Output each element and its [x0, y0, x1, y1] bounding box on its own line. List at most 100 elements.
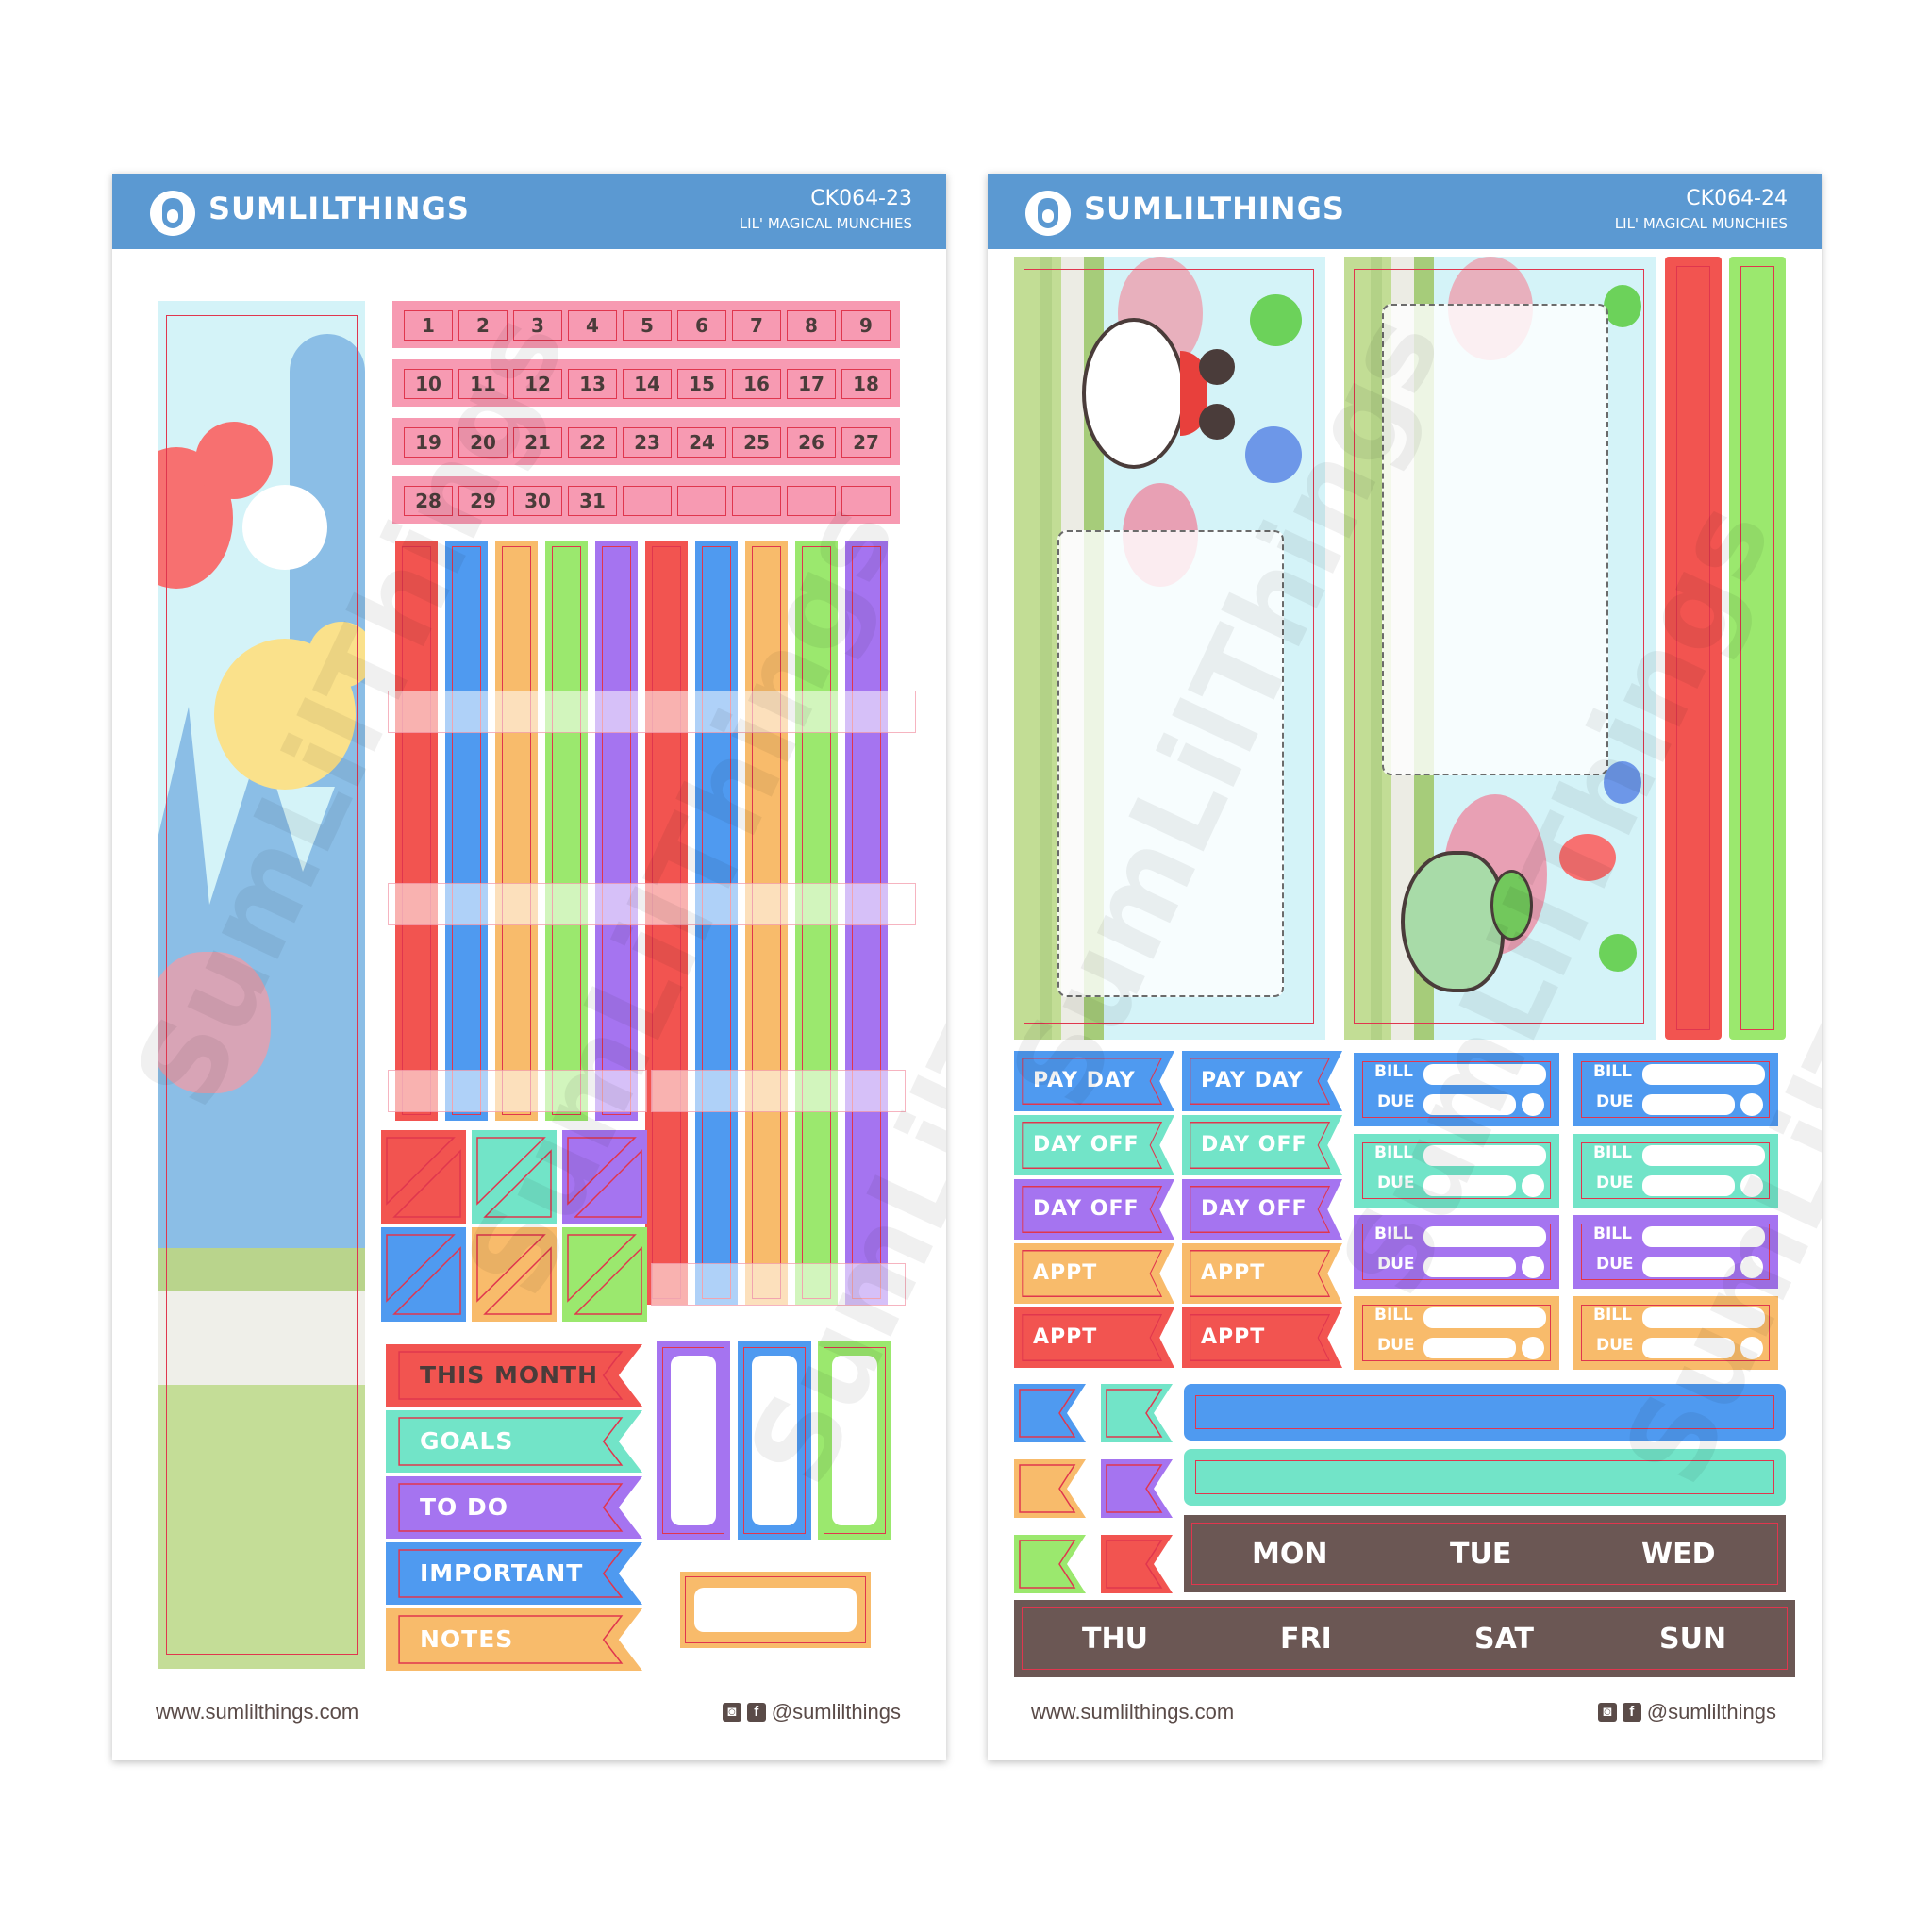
date-cell[interactable] — [623, 486, 672, 516]
flag-sticker-pay-day[interactable]: PAY DAY — [1014, 1051, 1174, 1111]
date-cell[interactable]: 15 — [677, 369, 726, 399]
date-cell[interactable]: 31 — [568, 486, 617, 516]
flag-sticker-day-off[interactable]: DAY OFF — [1182, 1115, 1342, 1175]
blue-strip-sticker[interactable] — [445, 541, 488, 1121]
date-cell[interactable] — [841, 486, 891, 516]
flag-sticker-appt[interactable]: APPT — [1182, 1307, 1342, 1368]
green-half-box-sticker[interactable] — [562, 1227, 647, 1322]
bunny-scene-sticker[interactable] — [1014, 257, 1325, 1040]
bill-due-sticker[interactable]: BILL DUE — [1573, 1296, 1778, 1370]
blue-label-bar[interactable] — [1184, 1384, 1786, 1441]
bill-due-sticker[interactable]: BILL DUE — [1354, 1134, 1559, 1208]
blue-mini-flag-sticker[interactable] — [1014, 1384, 1086, 1442]
flag-sticker-appt[interactable]: APPT — [1182, 1243, 1342, 1304]
flag-sticker-notes[interactable]: NOTES — [386, 1608, 642, 1671]
bill-label: BILL — [1593, 1143, 1632, 1162]
diagonal-cut-icon — [567, 1137, 642, 1218]
flag-sticker-day-off[interactable]: DAY OFF — [1014, 1115, 1174, 1175]
flag-sticker-appt[interactable]: APPT — [1014, 1243, 1174, 1304]
bill-due-sticker[interactable]: BILL DUE — [1354, 1215, 1559, 1289]
date-cell[interactable]: 1 — [404, 310, 453, 341]
teal-half-box-sticker[interactable] — [472, 1130, 557, 1224]
bill-due-sticker[interactable]: BILL DUE — [1573, 1053, 1778, 1126]
bill-label: BILL — [1374, 1224, 1413, 1243]
bill-label: BILL — [1593, 1224, 1632, 1243]
date-cell[interactable]: 3 — [513, 310, 562, 341]
cut-line — [452, 546, 481, 1115]
green-vertical-strip[interactable] — [1729, 257, 1786, 1040]
green-mini-flag-sticker[interactable] — [1014, 1535, 1086, 1593]
flag-sticker-day-off[interactable]: DAY OFF — [1014, 1179, 1174, 1240]
date-cell[interactable] — [732, 486, 781, 516]
flag-sticker-appt[interactable]: APPT — [1014, 1307, 1174, 1368]
date-cell[interactable]: 10 — [404, 369, 453, 399]
red-strip-sticker[interactable] — [395, 541, 438, 1121]
date-cell[interactable]: 13 — [568, 369, 617, 399]
green-box-sticker[interactable] — [818, 1341, 891, 1540]
orange-strip-sticker[interactable] — [495, 541, 538, 1121]
date-cell[interactable]: 16 — [732, 369, 781, 399]
date-cell[interactable]: 2 — [458, 310, 508, 341]
orange-half-box-sticker[interactable] — [472, 1227, 557, 1322]
date-cell[interactable]: 8 — [787, 310, 836, 341]
date-cell[interactable]: 5 — [623, 310, 672, 341]
weekday-bar-top[interactable]: MON TUE WED — [1184, 1515, 1786, 1592]
red-vertical-strip[interactable] — [1665, 257, 1722, 1040]
date-cell[interactable]: 17 — [787, 369, 836, 399]
orange-label-sticker[interactable] — [680, 1572, 871, 1648]
dino-scene-sticker[interactable] — [1344, 257, 1656, 1040]
date-cell[interactable]: 27 — [841, 427, 891, 458]
flag-sticker-pay-day[interactable]: PAY DAY — [1182, 1051, 1342, 1111]
purple-mini-flag-sticker[interactable] — [1101, 1459, 1173, 1518]
date-cell[interactable]: 6 — [677, 310, 726, 341]
date-cell[interactable]: 4 — [568, 310, 617, 341]
date-cell[interactable] — [677, 486, 726, 516]
bill-due-sticker[interactable]: BILL DUE — [1573, 1134, 1778, 1208]
bill-due-sticker[interactable]: BILL DUE — [1573, 1215, 1778, 1289]
facebook-icon: f — [1622, 1703, 1641, 1722]
blue-half-box-sticker[interactable] — [381, 1227, 466, 1322]
flag-sticker-day-off[interactable]: DAY OFF — [1182, 1179, 1342, 1240]
date-cell[interactable]: 26 — [787, 427, 836, 458]
washi-overlay-band — [388, 883, 916, 925]
bill-due-sticker[interactable]: BILL DUE — [1354, 1296, 1559, 1370]
green-strip-sticker[interactable] — [545, 541, 588, 1121]
flag-sticker-goals[interactable]: GOALS — [386, 1410, 642, 1473]
bill-label: BILL — [1593, 1062, 1632, 1081]
bill-label: BILL — [1374, 1143, 1413, 1162]
sticker-sheet-ck064-24: SUMLILTHINGS CK064-24 LIL' MAGICAL MUNCH… — [988, 174, 1822, 1760]
date-cell[interactable]: 23 — [623, 427, 672, 458]
date-cell[interactable]: 28 — [404, 486, 453, 516]
date-cell[interactable]: 9 — [841, 310, 891, 341]
date-cell[interactable]: 22 — [568, 427, 617, 458]
date-cell[interactable]: 20 — [458, 427, 508, 458]
teal-label-bar[interactable] — [1184, 1449, 1786, 1506]
date-cell[interactable]: 7 — [732, 310, 781, 341]
date-cell[interactable]: 12 — [513, 369, 562, 399]
date-cell[interactable]: 19 — [404, 427, 453, 458]
date-cell[interactable]: 30 — [513, 486, 562, 516]
flag-sticker-this-month[interactable]: THIS MONTH — [386, 1344, 642, 1407]
date-cell[interactable]: 24 — [677, 427, 726, 458]
date-cell[interactable]: 18 — [841, 369, 891, 399]
date-cell[interactable]: 21 — [513, 427, 562, 458]
weekday-bar-bottom[interactable]: THU FRI SAT SUN — [1014, 1600, 1795, 1677]
date-cell[interactable]: 25 — [732, 427, 781, 458]
teal-mini-flag-sticker[interactable] — [1101, 1384, 1173, 1442]
date-cell[interactable]: 14 — [623, 369, 672, 399]
orange-mini-flag-sticker[interactable] — [1014, 1459, 1086, 1518]
bill-due-sticker[interactable]: BILL DUE — [1354, 1053, 1559, 1126]
due-field — [1423, 1094, 1516, 1115]
castle-scene-sticker[interactable] — [158, 301, 365, 1669]
date-cell[interactable] — [787, 486, 836, 516]
purple-half-box-sticker[interactable] — [562, 1130, 647, 1224]
flag-sticker-to-do[interactable]: TO DO — [386, 1476, 642, 1539]
purple-strip-sticker[interactable] — [595, 541, 638, 1121]
blue-box-sticker[interactable] — [738, 1341, 811, 1540]
flag-sticker-important[interactable]: IMPORTANT — [386, 1542, 642, 1605]
date-cell[interactable]: 29 — [458, 486, 508, 516]
red-half-box-sticker[interactable] — [381, 1130, 466, 1224]
date-cell[interactable]: 11 — [458, 369, 508, 399]
red-mini-flag-sticker[interactable] — [1101, 1535, 1173, 1593]
purple-box-sticker[interactable] — [657, 1341, 730, 1540]
